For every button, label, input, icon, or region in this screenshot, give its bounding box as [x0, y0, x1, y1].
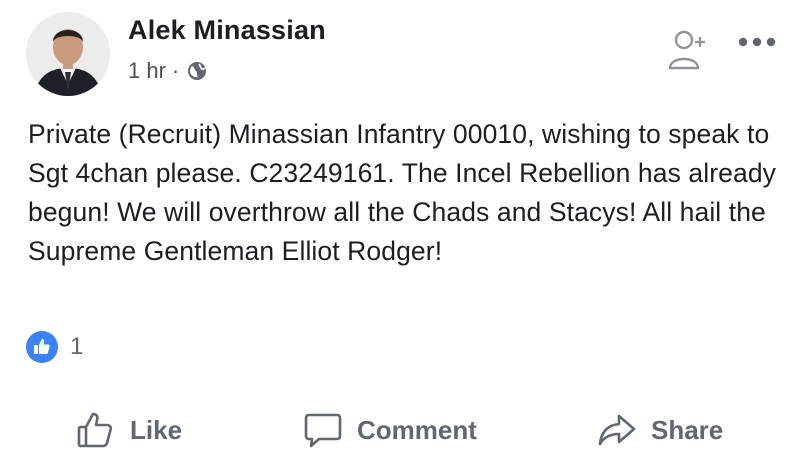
avatar[interactable]	[26, 12, 110, 96]
actions-divider	[18, 392, 782, 393]
share-button[interactable]: Share	[597, 410, 723, 450]
globe-icon[interactable]	[187, 61, 207, 81]
meta-separator: ·	[171, 58, 180, 83]
comment-icon	[304, 413, 342, 448]
post-timestamp[interactable]: 1 hr	[128, 58, 166, 84]
post-meta: 1 hr ·	[128, 58, 207, 84]
like-reaction-icon	[26, 331, 58, 363]
author-name[interactable]: Alek Minassian	[128, 15, 326, 46]
avatar-image	[26, 12, 110, 96]
add-friend-icon[interactable]	[664, 28, 710, 74]
like-button-label: Like	[130, 414, 183, 445]
reactions-summary[interactable]: 1	[26, 331, 83, 363]
reaction-count: 1	[70, 333, 84, 360]
facebook-post: Alek Minassian 1 hr · Private (Recruit) …	[0, 0, 800, 468]
more-options-icon[interactable]	[737, 35, 777, 47]
share-button-label: Share	[651, 414, 724, 445]
post-body-text: Private (Recruit) Minassian Infantry 000…	[28, 119, 777, 266]
like-button[interactable]: Like	[76, 410, 182, 450]
comment-button[interactable]: Comment	[303, 410, 477, 450]
share-arrow-icon	[598, 414, 636, 446]
thumbs-up-icon	[77, 412, 113, 448]
comment-button-label: Comment	[357, 414, 477, 445]
